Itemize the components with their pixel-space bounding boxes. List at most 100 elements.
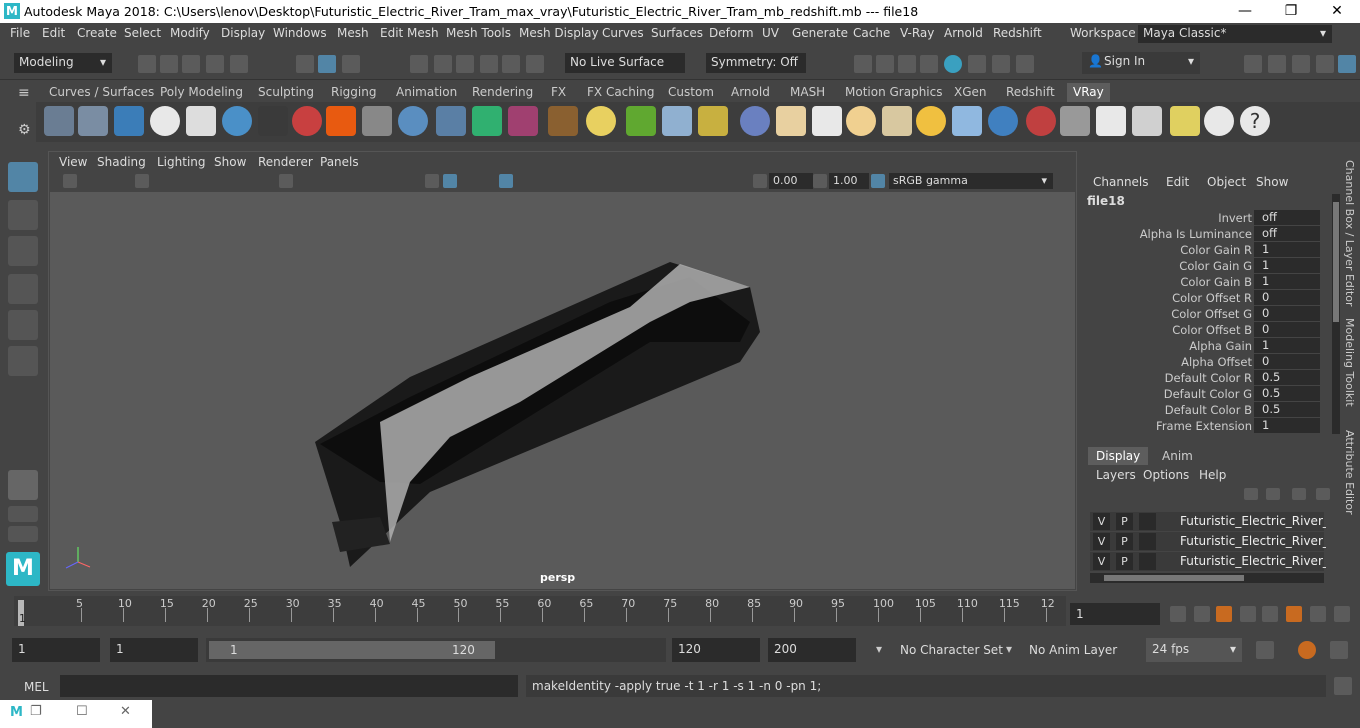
script-language-label[interactable]: MEL [24,680,49,694]
snap-curve-icon[interactable] [434,55,452,73]
move-layer-up-icon[interactable] [1244,488,1258,500]
four-view-layout-icon[interactable] [8,506,38,522]
menu-edit-mesh[interactable]: Edit Mesh [380,26,439,40]
menu-generate[interactable]: Generate [792,26,848,40]
playback-toggle[interactable]: P [1116,533,1133,550]
shelf-settings-icon[interactable]: ⚙ [18,122,31,138]
anim-layer-label[interactable]: No Anim Layer [1029,643,1117,657]
step-back-key-icon[interactable] [1216,606,1232,622]
attr-row[interactable]: Default Color R 0.5 [1084,370,1324,386]
scrollbar-thumb[interactable] [1104,575,1244,581]
new-scene-icon[interactable] [138,55,156,73]
attr-value[interactable]: off [1254,210,1320,225]
tool-settings-icon[interactable] [1316,55,1334,73]
tab-attribute-editor[interactable]: Attribute Editor [1343,430,1356,515]
undo-icon[interactable] [206,55,224,73]
attr-row[interactable]: Default Color B 0.5 [1084,402,1324,418]
tab-fx-caching[interactable]: FX Caching [587,85,654,99]
menu-arnold[interactable]: Arnold [944,26,983,40]
playback-toggle[interactable]: P [1116,553,1133,570]
modeling-toolkit-icon[interactable] [1244,55,1262,73]
layer-row[interactable]: VP Futuristic_Electric_River_Tram [1090,512,1326,531]
vray-mesh-light-icon[interactable] [398,106,428,136]
display-type-toggle[interactable] [1139,553,1156,570]
scale-tool-icon[interactable] [8,346,38,376]
attr-value[interactable]: 0.5 [1254,370,1320,385]
animation-end-field[interactable]: 200 [768,638,856,662]
attr-row[interactable]: Alpha Gain 1 [1084,338,1324,354]
layer-menu-help[interactable]: Help [1199,468,1226,482]
attr-value[interactable]: 0 [1254,290,1320,305]
viewport-3d[interactable] [50,192,1075,589]
tab-rigging[interactable]: Rigging [331,85,376,99]
gamma-icon[interactable] [813,174,827,188]
ipr-render-icon[interactable] [898,55,916,73]
play-forwards-icon[interactable] [1262,606,1278,622]
vray-vfb-icon[interactable] [992,55,1010,73]
tab-display[interactable]: Display [1088,447,1148,465]
display-type-toggle[interactable] [1139,533,1156,550]
viewport-menu-view[interactable]: View [59,155,87,169]
snap-surface-icon[interactable] [480,55,498,73]
tab-modeling-toolkit[interactable]: Modeling Toolkit [1343,318,1356,407]
vray-sphere-light-icon[interactable] [846,106,876,136]
menu-set-dropdown[interactable]: Modeling ▾ [14,53,112,73]
attr-value[interactable]: 1 [1254,418,1320,433]
tab-motion-graphics[interactable]: Motion Graphics [845,85,943,99]
vray-scatter-icon[interactable] [662,106,692,136]
vray-bulb-icon[interactable] [1170,106,1200,136]
menu-edit[interactable]: Edit [42,26,65,40]
hypershade-icon[interactable] [944,55,962,73]
move-layer-down-icon[interactable] [1266,488,1280,500]
pause-icon[interactable] [1016,55,1034,73]
close-button[interactable]: ✕ [1314,0,1360,23]
live-surface-field[interactable]: No Live Surface [565,53,685,73]
channel-menu-channels[interactable]: Channels [1093,175,1149,189]
vray-rect-light-icon[interactable] [952,106,982,136]
smooth-shade-icon[interactable] [443,174,457,188]
range-bar[interactable]: 1 120 [206,638,666,662]
vray-sun-icon[interactable] [916,106,946,136]
tab-poly-modeling[interactable]: Poly Modeling [160,85,243,99]
current-frame-field[interactable]: 1 [1070,603,1160,625]
playback-toggle[interactable]: P [1116,513,1133,530]
close-icon[interactable]: ✕ [120,704,131,719]
menu-file[interactable]: File [10,26,30,40]
vray-render-settings-icon[interactable] [44,106,74,136]
exposure-icon[interactable] [753,174,767,188]
color-management-icon[interactable] [871,174,885,188]
vray-logo-icon[interactable] [150,106,180,136]
viewport-menu-renderer[interactable]: Renderer [258,155,313,169]
chevron-down-icon[interactable]: ▾ [876,642,882,656]
chevron-down-icon[interactable]: ▾ [1006,642,1012,656]
menu-cache[interactable]: Cache [853,26,890,40]
select-object-icon[interactable] [318,55,336,73]
menu-windows[interactable]: Windows [273,26,327,40]
play-backwards-icon[interactable] [1240,606,1256,622]
channel-menu-object[interactable]: Object [1207,175,1246,189]
attr-value[interactable]: 0 [1254,354,1320,369]
select-hierarchy-icon[interactable] [296,55,314,73]
bookmark-icon[interactable] [135,174,149,188]
layer-name[interactable]: Futuristic_Electric_River_Tram [1180,514,1326,528]
color-space-dropdown[interactable]: sRGB gamma ▾ [889,173,1053,189]
attr-row[interactable]: Frame Extension 1 [1084,418,1324,434]
minimized-window[interactable]: M ❐ ☐ ✕ [0,700,152,728]
script-editor-icon[interactable] [1334,677,1352,695]
attr-value[interactable]: 0.5 [1254,402,1320,417]
minimize-button[interactable]: — [1222,0,1268,23]
single-perspective-layout-icon[interactable] [8,470,38,500]
playback-end-field[interactable]: 120 [672,638,760,662]
menu-mesh-tools[interactable]: Mesh Tools [446,26,511,40]
menu-redshift[interactable]: Redshift [993,26,1042,40]
command-input[interactable] [60,675,518,697]
gamma-field[interactable]: 1.00 [829,173,869,189]
attr-row[interactable]: Color Offset G0 [1084,306,1324,322]
attr-row[interactable]: Color Gain R1 [1084,242,1324,258]
attr-row[interactable]: Alpha Offset 0 [1084,354,1324,370]
channel-menu-edit[interactable]: Edit [1166,175,1189,189]
tab-custom[interactable]: Custom [668,85,714,99]
tab-mash[interactable]: MASH [790,85,825,99]
menu-mesh-display[interactable]: Mesh Display [519,26,599,40]
attr-value[interactable]: 1 [1254,274,1320,289]
